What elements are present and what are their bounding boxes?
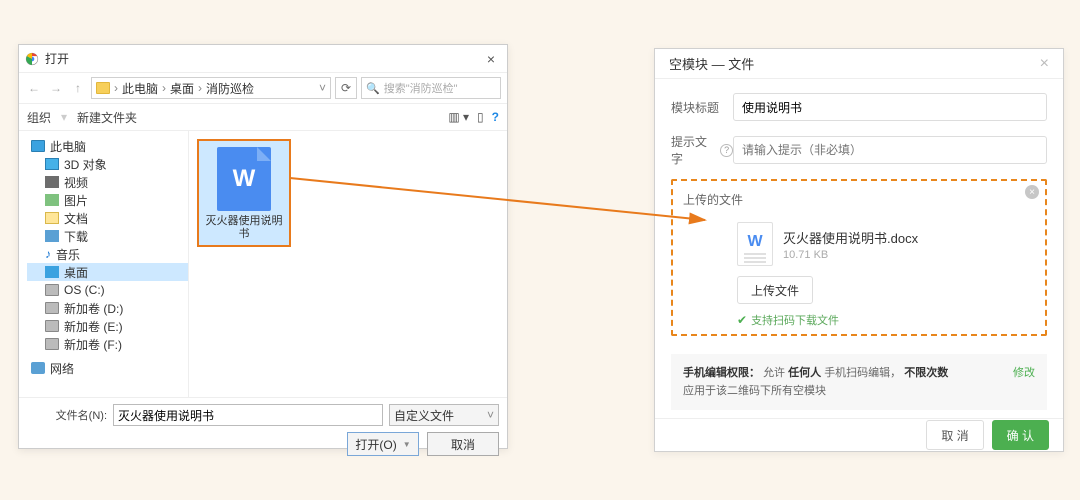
tree-drive-f[interactable]: 新加卷 (F:) bbox=[27, 335, 188, 353]
tree-videos[interactable]: 视频 bbox=[27, 173, 188, 191]
sidebar-tree: 此电脑 3D 对象 视频 图片 文档 下载 ♪音乐 桌面 OS (C:) 新加卷… bbox=[19, 131, 189, 397]
tree-downloads[interactable]: 下载 bbox=[27, 227, 188, 245]
file-item-label: 灭火器使用说明书 bbox=[203, 215, 285, 241]
address-bar: ← → ↑ › 此电脑 › 桌面 › 消防巡检 ˅ ⟳ 🔍 搜索"消防巡检" bbox=[19, 73, 507, 103]
tree-3d-objects[interactable]: 3D 对象 bbox=[27, 155, 188, 173]
dialog-footer: 文件名(N): 自定义文件˅ 打开(O)▼ 取消 bbox=[19, 397, 507, 464]
tree-this-pc[interactable]: 此电脑 bbox=[27, 137, 188, 155]
filename-label: 文件名(N): bbox=[27, 407, 107, 423]
tree-pictures[interactable]: 图片 bbox=[27, 191, 188, 209]
file-item-selected[interactable]: W 灭火器使用说明书 bbox=[197, 139, 291, 247]
dialog-title: 打开 bbox=[45, 50, 481, 67]
preview-pane-icon[interactable]: ▯ bbox=[477, 110, 484, 124]
scan-download-tip: ✔ 支持扫码下载文件 bbox=[737, 312, 1035, 328]
tree-network[interactable]: 网络 bbox=[27, 359, 188, 377]
breadcrumb[interactable]: › 此电脑 › 桌面 › 消防巡检 ˅ bbox=[91, 77, 331, 99]
organize-menu[interactable]: 组织 bbox=[27, 109, 51, 126]
module-title-label: 模块标题 bbox=[671, 99, 733, 116]
file-list-pane[interactable]: W 灭火器使用说明书 bbox=[189, 131, 507, 397]
remove-file-icon[interactable]: × bbox=[1025, 185, 1039, 199]
open-button[interactable]: 打开(O)▼ bbox=[347, 432, 419, 456]
uploaded-file-size: 10.71 KB bbox=[783, 249, 918, 261]
search-placeholder: 搜索"消防巡检" bbox=[384, 80, 458, 96]
word-doc-icon: W bbox=[217, 147, 271, 211]
cancel-button[interactable]: 取消 bbox=[427, 432, 499, 456]
module-title-input[interactable] bbox=[733, 93, 1047, 121]
tree-desktop[interactable]: 桌面 bbox=[27, 263, 188, 281]
tree-drive-c[interactable]: OS (C:) bbox=[27, 281, 188, 299]
refresh-button[interactable]: ⟳ bbox=[335, 77, 357, 99]
crumb-desktop[interactable]: 桌面 bbox=[170, 80, 194, 97]
confirm-button[interactable]: 确 认 bbox=[992, 420, 1049, 450]
crumb-pc[interactable]: 此电脑 bbox=[122, 80, 158, 97]
tree-drive-d[interactable]: 新加卷 (D:) bbox=[27, 299, 188, 317]
nav-forward-icon[interactable]: → bbox=[47, 79, 65, 97]
panel-header: 空模块 — 文件 × bbox=[655, 49, 1063, 79]
word-doc-icon: W bbox=[737, 222, 773, 266]
crumb-folder[interactable]: 消防巡检 bbox=[206, 80, 254, 97]
modify-permission-link[interactable]: 修改 bbox=[1013, 364, 1035, 400]
chrome-icon bbox=[25, 52, 39, 66]
file-type-select[interactable]: 自定义文件˅ bbox=[389, 404, 499, 426]
uploaded-label: 上传的文件 bbox=[683, 191, 1035, 208]
check-icon: ✔ bbox=[737, 313, 747, 327]
search-icon: 🔍 bbox=[366, 82, 380, 95]
view-mode-icon[interactable]: ▥ ▾ bbox=[448, 110, 469, 124]
tree-documents[interactable]: 文档 bbox=[27, 209, 188, 227]
file-open-dialog: 打开 × ← → ↑ › 此电脑 › 桌面 › 消防巡检 ˅ ⟳ 🔍 搜索"消防… bbox=[18, 44, 508, 449]
filename-input[interactable] bbox=[113, 404, 383, 426]
uploaded-file-name: 灭火器使用说明书.docx bbox=[783, 228, 918, 247]
new-folder-button[interactable]: 新建文件夹 bbox=[77, 109, 137, 126]
tree-music[interactable]: ♪音乐 bbox=[27, 245, 188, 263]
help-icon[interactable]: ? bbox=[492, 110, 499, 124]
uploaded-file-item: W 灭火器使用说明书.docx 10.71 KB bbox=[737, 222, 1035, 266]
dialog-toolbar: 组织 ▾ 新建文件夹 ▥ ▾ ▯ ? bbox=[19, 103, 507, 131]
cancel-button[interactable]: 取 消 bbox=[926, 420, 983, 450]
hint-text-label: 提示文字 ? bbox=[671, 133, 733, 167]
hint-text-input[interactable] bbox=[733, 136, 1047, 164]
nav-up-icon[interactable]: ↑ bbox=[69, 79, 87, 97]
folder-icon bbox=[96, 82, 110, 94]
close-icon[interactable]: × bbox=[1040, 55, 1049, 73]
uploaded-file-section: × 上传的文件 W 灭火器使用说明书.docx 10.71 KB 上传文件 ✔ … bbox=[671, 179, 1047, 336]
dialog-titlebar: 打开 × bbox=[19, 45, 507, 73]
panel-title: 空模块 — 文件 bbox=[669, 54, 1040, 73]
help-icon[interactable]: ? bbox=[720, 144, 733, 157]
tree-drive-e[interactable]: 新加卷 (E:) bbox=[27, 317, 188, 335]
search-input[interactable]: 🔍 搜索"消防巡检" bbox=[361, 77, 501, 99]
close-button[interactable]: × bbox=[481, 51, 501, 67]
upload-panel: 空模块 — 文件 × 模块标题 提示文字 ? × 上传的文件 W 灭火 bbox=[654, 48, 1064, 452]
permission-box: 手机编辑权限： 允许 任何人 手机扫码编辑， 不限次数 应用于该二维码下所有空模… bbox=[671, 354, 1047, 410]
nav-back-icon[interactable]: ← bbox=[25, 79, 43, 97]
upload-button[interactable]: 上传文件 bbox=[737, 276, 813, 304]
panel-footer: 取 消 确 认 bbox=[655, 418, 1063, 451]
